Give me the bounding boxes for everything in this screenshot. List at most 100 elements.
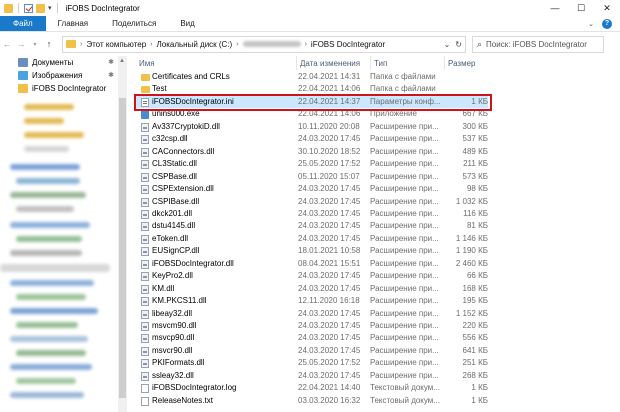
- chevron-down-icon[interactable]: ⌄: [444, 40, 451, 49]
- column-type[interactable]: Тип: [370, 56, 444, 70]
- breadcrumb-redacted[interactable]: [242, 41, 301, 47]
- minimize-button[interactable]: —: [542, 0, 568, 16]
- column-size[interactable]: Размер: [444, 56, 504, 70]
- file-row[interactable]: msvcm90.dll 24.03.2020 17:45 Расширение пр…: [136, 320, 488, 332]
- documents-icon: [18, 57, 28, 67]
- file-row[interactable]: CL3Static.dll 25.05.2020 17:52 Расширение …: [136, 158, 488, 170]
- file-row[interactable]: CSPIBase.dll 24.03.2020 17:45 Расширение п…: [136, 196, 488, 208]
- chevron-down-icon[interactable]: ▾: [48, 4, 52, 12]
- maximize-button[interactable]: ☐: [568, 0, 594, 16]
- file-row[interactable]: Test 22.04.2021 14:06 Папка с файлами: [136, 83, 488, 95]
- refresh-icon[interactable]: ↻: [455, 40, 462, 49]
- file-date: 24.03.2020 17:45: [298, 134, 361, 144]
- breadcrumb-this-pc[interactable]: Этот компьютер: [86, 40, 146, 49]
- file-row[interactable]: dkck201.dll 24.03.2020 17:45 Расширение пр…: [136, 208, 488, 220]
- redacted-item[interactable]: [16, 322, 78, 328]
- file-size: 537 КБ: [462, 134, 488, 144]
- column-date[interactable]: Дата изменения: [296, 56, 370, 70]
- column-name[interactable]: Имя: [136, 56, 296, 70]
- close-button[interactable]: ✕: [594, 0, 620, 16]
- file-name: EUSignCP.dll: [152, 246, 200, 256]
- file-row[interactable]: KM.PKCS11.dll 12.11.2020 16:18 Расширение …: [136, 295, 488, 307]
- file-name: msvcr90.dll: [152, 345, 193, 355]
- dll-file-icon: [141, 247, 149, 257]
- back-arrow-icon[interactable]: ←: [0, 39, 14, 49]
- forward-arrow-icon[interactable]: →: [14, 39, 28, 49]
- file-row[interactable]: EUSignCP.dll 18.01.2021 10:58 Расширение п…: [136, 245, 488, 257]
- chevron-right-icon[interactable]: ›: [80, 41, 82, 48]
- redacted-item[interactable]: [24, 118, 64, 124]
- file-row[interactable]: eToken.dll 24.03.2020 17:45 Расширение при…: [136, 233, 488, 245]
- file-size: 556 КБ: [462, 333, 488, 343]
- file-row[interactable]: CSPBase.dll 05.11.2020 15:07 Расширение пр…: [136, 171, 488, 183]
- chevron-right-icon[interactable]: ›: [150, 41, 152, 48]
- redacted-item[interactable]: [10, 192, 86, 198]
- sidebar-item-documents[interactable]: Документы ✱: [18, 56, 118, 68]
- redacted-item[interactable]: [16, 236, 82, 242]
- search-input[interactable]: ⌕ Поиск: iFOBS DocIntegrator: [472, 35, 604, 53]
- file-row[interactable]: CAConnectors.dll 30.10.2020 18:52 Расширен…: [136, 146, 488, 158]
- redacted-item[interactable]: [10, 250, 82, 256]
- redacted-item[interactable]: [10, 222, 90, 228]
- properties-icon[interactable]: [24, 3, 33, 13]
- redacted-item[interactable]: [16, 294, 86, 300]
- redacted-item[interactable]: [24, 132, 84, 138]
- file-row[interactable]: unins000.exe 22.04.2021 14:06 Приложение 66…: [136, 108, 488, 120]
- scroll-up-icon[interactable]: ▲: [119, 58, 125, 64]
- redacted-item[interactable]: [10, 392, 84, 398]
- file-date: 08.04.2021 15:51: [298, 258, 361, 268]
- expand-ribbon-icon[interactable]: ⌄: [588, 20, 594, 28]
- redacted-item[interactable]: [10, 364, 92, 370]
- file-row[interactable]: iFOBSDocIntegrator.dll 08.04.2021 15:51 Ра…: [136, 258, 488, 270]
- redacted-item[interactable]: [16, 178, 80, 184]
- file-row[interactable]: Certificates and CRLs 22.04.2021 14:31 Пап…: [136, 71, 488, 83]
- redacted-item[interactable]: [10, 308, 98, 314]
- new-folder-icon[interactable]: [36, 3, 45, 13]
- redacted-item[interactable]: [24, 146, 69, 152]
- file-date: 10.11.2020 20:08: [298, 121, 360, 131]
- file-row[interactable]: msvcr90.dll 24.03.2020 17:45 Расширение пр…: [136, 345, 488, 357]
- file-row[interactable]: iFOBSDocIntegrator.ini 22.04.2021 14:37 Па…: [136, 95, 488, 109]
- file-name: Av337CryptokiD.dll: [152, 121, 220, 131]
- redacted-item[interactable]: [16, 350, 86, 356]
- file-row[interactable]: ssleay32.dll 24.03.2020 17:45 Расширение п…: [136, 370, 488, 382]
- file-row[interactable]: c32csp.dll 24.03.2020 17:45 Расширение при…: [136, 133, 488, 145]
- tab-file[interactable]: Файл: [0, 16, 46, 31]
- navigation-pane: Документы ✱ Изображения ✱ iFOBS DocInteg…: [0, 56, 118, 412]
- file-row[interactable]: KM.dll 24.03.2020 17:45 Расширение при... 1…: [136, 283, 488, 295]
- help-icon[interactable]: ?: [602, 18, 612, 29]
- scroll-thumb[interactable]: [119, 98, 126, 398]
- file-date: 24.03.2020 17:45: [298, 308, 361, 318]
- up-arrow-icon[interactable]: ↑: [42, 39, 56, 49]
- tab-view[interactable]: Вид: [168, 16, 206, 31]
- file-row[interactable]: iFOBSDocIntegrator.log 22.04.2021 14:40 Те…: [136, 382, 488, 394]
- tab-home[interactable]: Главная: [46, 16, 100, 31]
- file-row[interactable]: dstu4145.dll 24.03.2020 17:45 Расширение п…: [136, 220, 488, 232]
- file-row[interactable]: msvcp90.dll 24.03.2020 17:45 Расширение пр…: [136, 332, 488, 344]
- file-row[interactable]: KeyPro2.dll 24.03.2020 17:45 Расширение пр…: [136, 270, 488, 282]
- chevron-right-icon[interactable]: ›: [236, 41, 238, 48]
- sidebar-item-ifobs[interactable]: iFOBS DocIntegrator: [18, 82, 118, 94]
- file-row[interactable]: PKIFormats.dll 25.05.2020 17:52 Расширение…: [136, 357, 488, 369]
- redacted-item[interactable]: [16, 206, 74, 212]
- file-row[interactable]: ReleaseNotes.txt 03.03.2020 16:32 Текстовы…: [136, 395, 488, 407]
- file-row[interactable]: Av337CryptokiD.dll 10.11.2020 20:08 Расшир…: [136, 121, 488, 133]
- file-type: Расширение при...: [370, 370, 439, 380]
- redacted-item[interactable]: [0, 264, 110, 272]
- sidebar-item-pictures[interactable]: Изображения ✱: [18, 69, 118, 81]
- redacted-item[interactable]: [10, 336, 88, 342]
- file-row[interactable]: libeay32.dll 24.03.2020 17:45 Расширение п…: [136, 308, 488, 320]
- address-bar[interactable]: › Этот компьютер › Локальный диск (C:) ›…: [62, 35, 466, 53]
- file-row[interactable]: CSPExtension.dll 24.03.2020 17:45 Расширен…: [136, 183, 488, 195]
- breadcrumb-current-folder[interactable]: iFOBS DocIntegrator: [311, 40, 385, 49]
- redacted-item[interactable]: [24, 104, 74, 110]
- redacted-item[interactable]: [16, 378, 76, 384]
- tab-share[interactable]: Поделиться: [100, 16, 168, 31]
- redacted-item[interactable]: [10, 164, 80, 170]
- sidebar-scrollbar[interactable]: ▲: [118, 56, 127, 412]
- redacted-item[interactable]: [10, 280, 94, 286]
- breadcrumb-local-disk[interactable]: Локальный диск (C:): [157, 40, 233, 49]
- recent-locations-icon[interactable]: ▾: [28, 41, 42, 48]
- chevron-right-icon[interactable]: ›: [305, 41, 307, 48]
- file-date: 24.03.2020 17:45: [298, 345, 361, 355]
